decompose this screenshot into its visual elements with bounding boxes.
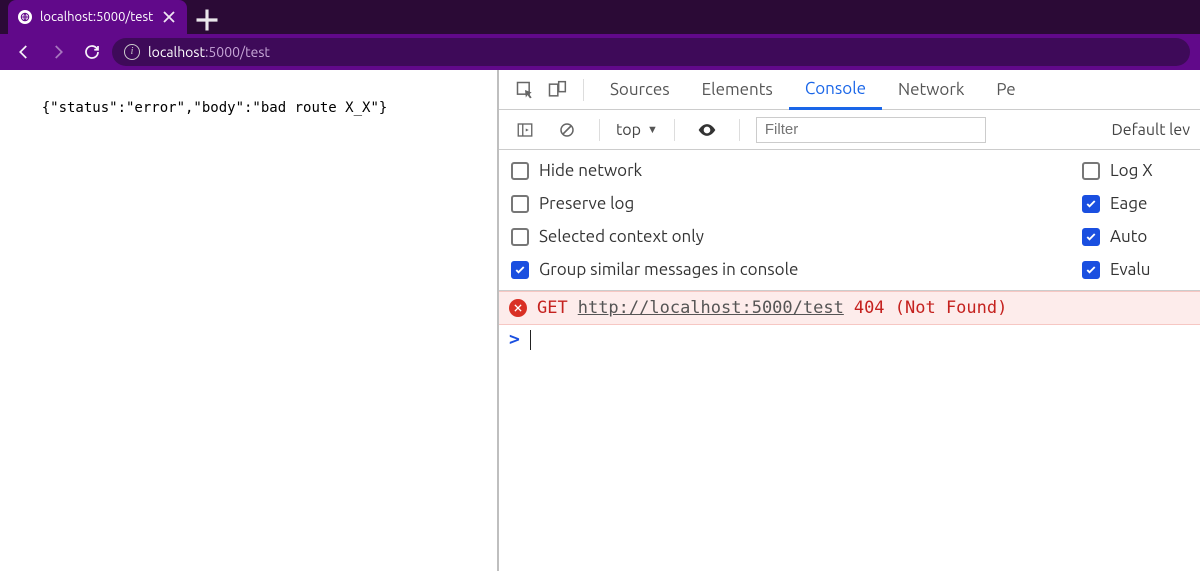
checkbox-log-xhr[interactable]: Log X bbox=[1080, 154, 1190, 187]
device-toolbar-icon[interactable] bbox=[541, 74, 573, 106]
reload-button[interactable] bbox=[78, 38, 106, 66]
browser-toolbar: i localhost:5000/test bbox=[0, 34, 1200, 70]
clear-console-icon[interactable] bbox=[551, 114, 583, 146]
checkbox-label: Evalu bbox=[1110, 260, 1151, 279]
separator bbox=[674, 119, 675, 141]
tab-network[interactable]: Network bbox=[882, 70, 980, 110]
checkbox-preserve-log[interactable]: Preserve log bbox=[509, 187, 1080, 220]
tab-performance[interactable]: Pe bbox=[980, 70, 1031, 110]
tab-sources[interactable]: Sources bbox=[594, 70, 686, 110]
address-bar[interactable]: i localhost:5000/test bbox=[112, 38, 1190, 66]
back-button[interactable] bbox=[10, 38, 38, 66]
text-cursor bbox=[530, 330, 531, 350]
separator bbox=[583, 79, 584, 101]
response-body: {"status":"error","body":"bad route X_X"… bbox=[42, 100, 388, 116]
console-settings: Hide network Log X Preserve log bbox=[499, 150, 1200, 291]
globe-icon bbox=[18, 10, 32, 24]
inspect-element-icon[interactable] bbox=[509, 74, 541, 106]
console-toolbar: top ▼ Default lev bbox=[499, 110, 1200, 150]
filter-input-wrap bbox=[756, 117, 986, 143]
devtools-panel: Sources Elements Console Network Pe top … bbox=[497, 70, 1200, 571]
checkbox-evaluate[interactable]: Evalu bbox=[1080, 253, 1190, 286]
checkbox-label: Selected context only bbox=[539, 227, 704, 246]
response-status: 404 (Not Found) bbox=[854, 298, 1008, 318]
checkbox-hide-network[interactable]: Hide network bbox=[509, 154, 1080, 187]
viewport: {"status":"error","body":"bad route X_X"… bbox=[0, 70, 1200, 571]
browser-tabstrip: localhost:5000/test bbox=[0, 0, 1200, 34]
checkbox-label: Auto bbox=[1110, 227, 1147, 246]
checkbox-selected-context-only[interactable]: Selected context only bbox=[509, 220, 1080, 253]
console-messages: GET http://localhost:5000/test 404 (Not … bbox=[499, 291, 1200, 571]
browser-tab-active[interactable]: localhost:5000/test bbox=[8, 0, 187, 34]
filter-input[interactable] bbox=[756, 117, 986, 143]
tab-console[interactable]: Console bbox=[789, 70, 882, 110]
log-levels-selector[interactable]: Default lev bbox=[1111, 121, 1190, 139]
console-error-message[interactable]: GET http://localhost:5000/test 404 (Not … bbox=[499, 291, 1200, 325]
error-icon bbox=[509, 299, 527, 317]
close-tab-icon[interactable] bbox=[161, 9, 177, 25]
checkbox-label: Eage bbox=[1110, 194, 1147, 213]
checkbox-group-similar[interactable]: Group similar messages in console bbox=[509, 253, 1080, 286]
address-bar-url: localhost:5000/test bbox=[148, 44, 270, 60]
checkbox-label: Log X bbox=[1110, 161, 1153, 180]
page-content: {"status":"error","body":"bad route X_X"… bbox=[0, 70, 497, 571]
prompt-chevron-icon: > bbox=[509, 329, 520, 350]
request-url[interactable]: http://localhost:5000/test bbox=[578, 298, 844, 318]
devtools-tabstrip: Sources Elements Console Network Pe bbox=[499, 70, 1200, 110]
new-tab-button[interactable] bbox=[193, 6, 221, 34]
checkbox-label: Hide network bbox=[539, 161, 642, 180]
chevron-down-icon: ▼ bbox=[647, 124, 658, 136]
separator bbox=[599, 119, 600, 141]
context-label: top bbox=[616, 121, 641, 139]
console-prompt[interactable]: > bbox=[499, 325, 1200, 354]
request-method: GET bbox=[537, 298, 568, 318]
checkbox-eager-eval[interactable]: Eage bbox=[1080, 187, 1190, 220]
context-selector[interactable]: top ▼ bbox=[616, 121, 658, 139]
browser-tab-title: localhost:5000/test bbox=[40, 10, 153, 24]
tab-elements[interactable]: Elements bbox=[686, 70, 789, 110]
forward-button[interactable] bbox=[44, 38, 72, 66]
site-info-icon[interactable]: i bbox=[124, 44, 140, 60]
separator bbox=[739, 119, 740, 141]
checkbox-autocomplete[interactable]: Auto bbox=[1080, 220, 1190, 253]
eye-icon[interactable] bbox=[691, 114, 723, 146]
checkbox-label: Group similar messages in console bbox=[539, 260, 798, 279]
toggle-sidebar-icon[interactable] bbox=[509, 114, 541, 146]
checkbox-label: Preserve log bbox=[539, 194, 634, 213]
